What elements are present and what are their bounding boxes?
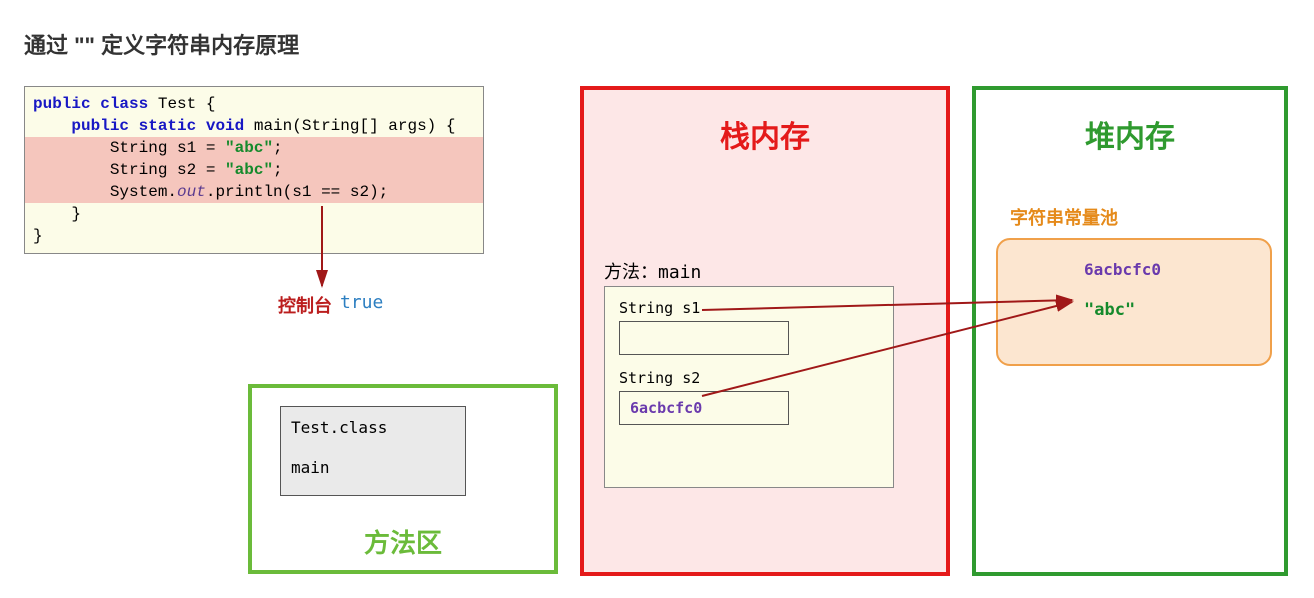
- pool-value: "abc": [1084, 300, 1135, 320]
- code-block: public class Test { public static void m…: [24, 86, 484, 254]
- class-box: Test.class main: [280, 406, 466, 496]
- code-line-7: }: [25, 225, 483, 247]
- string-pool-label: 字符串常量池: [1010, 204, 1118, 230]
- pool-address: 6acbcfc0: [1084, 260, 1161, 279]
- var-s2-label: String s2: [619, 369, 879, 387]
- method-area-box: Test.class main 方法区: [248, 384, 558, 574]
- var-s1-value: [619, 321, 789, 355]
- heap-memory-box: 堆内存 字符串常量池 6acbcfc0 "abc": [972, 86, 1288, 576]
- stack-frame: String s1 String s2 6acbcfc0: [604, 286, 894, 488]
- page-title: 通过 "" 定义字符串内存原理: [24, 28, 299, 60]
- heap-title: 堆内存: [976, 112, 1284, 156]
- code-line-6: }: [25, 203, 483, 225]
- code-line-5: System.out.println(s1 == s2);: [25, 181, 483, 203]
- var-s1-label: String s1: [619, 299, 879, 317]
- console-value: true: [340, 292, 383, 313]
- code-line-3: String s1 = "abc";: [25, 137, 483, 159]
- method-name: main: [291, 455, 455, 481]
- console-label: 控制台: [278, 292, 332, 318]
- stack-method-label: 方法：main: [604, 258, 701, 284]
- code-line-4: String s2 = "abc";: [25, 159, 483, 181]
- string-pool-box: 6acbcfc0 "abc": [996, 238, 1272, 366]
- method-area-title: 方法区: [252, 523, 554, 560]
- class-name: Test.class: [291, 415, 455, 441]
- var-s2-value: 6acbcfc0: [619, 391, 789, 425]
- code-line-2: public static void main(String[] args) {: [25, 115, 483, 137]
- code-line-1: public class Test {: [25, 93, 483, 115]
- stack-title: 栈内存: [584, 112, 946, 156]
- stack-memory-box: 栈内存 方法：main String s1 String s2 6acbcfc0: [580, 86, 950, 576]
